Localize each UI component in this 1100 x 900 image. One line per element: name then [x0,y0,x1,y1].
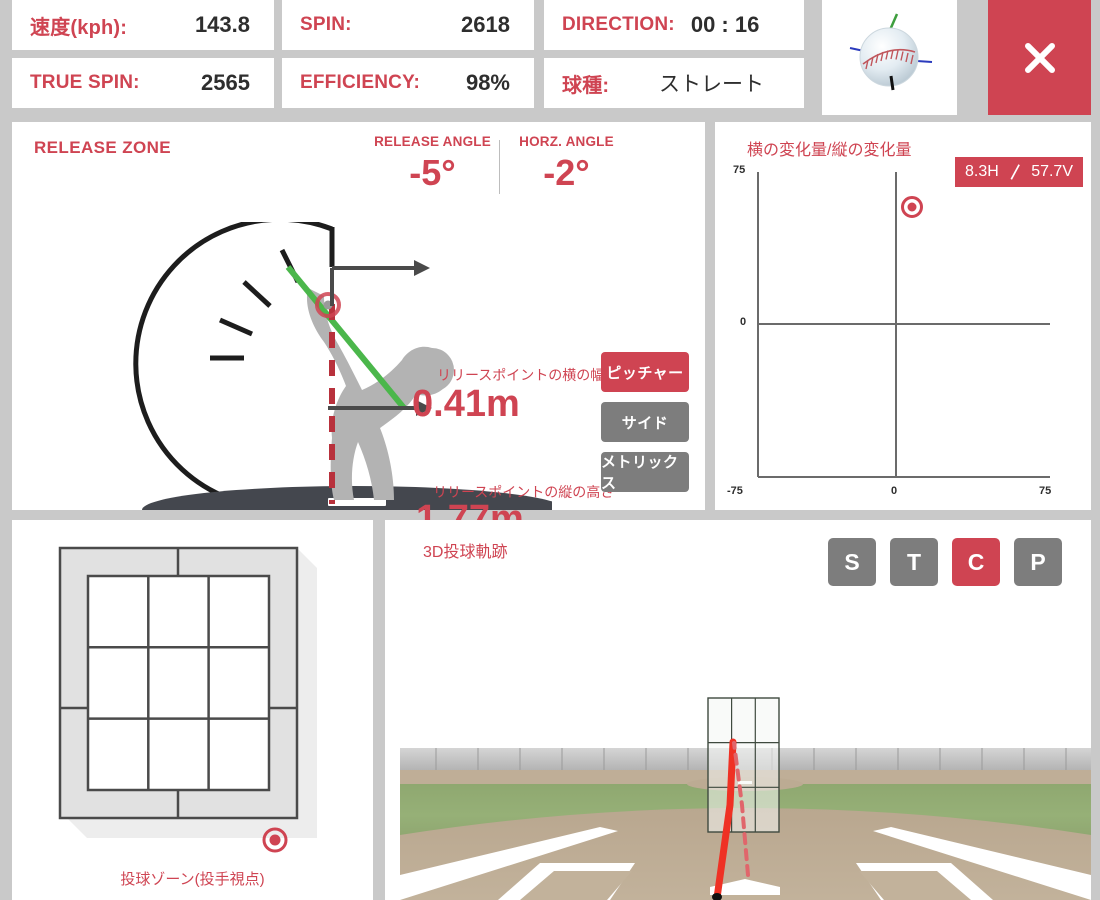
pitch-zone-grid [58,546,317,853]
release-angle-value: -5° [409,152,456,193]
stat-cell-speed: 速度(kph): 143.8 [12,0,274,50]
stat-cell-true-spin: TRUE SPIN: 2565 [12,58,274,108]
view-button-side-label: サイド [621,414,669,432]
stat-value-direction: 00 : 16 [690,12,760,37]
stat-value-efficiency: 98% [465,70,510,95]
release-angle-caption: RELEASE ANGLE [374,134,491,149]
stat-value-speed: 143.8 [194,12,250,37]
view-button-side[interactable]: サイド [601,402,689,442]
release-width-value: 0.41m [412,383,520,425]
release-zone-title: RELEASE ZONE [34,138,172,157]
trajectory-title: 3D投球軌跡 [423,544,508,561]
view-button-pitcher[interactable]: ピッチャー [601,352,689,392]
trajectory-button-t[interactable]: T [890,538,938,586]
pitch-zone-caption: 投球ゾーン(投手視点) [120,871,265,888]
stat-value-spin: 2618 [461,12,510,37]
stat-value-pitch-type: ストレート [659,73,764,96]
view-button-metrics[interactable]: メトリックス [601,452,689,492]
view-button-pitcher-label: ピッチャー [606,364,684,382]
trajectory-button-s[interactable]: S [828,538,876,586]
release-zone-panel: RELEASE ZONE RELEASE ANGLE -5° HORZ. ANG… [12,122,705,538]
break-chart-plot [757,172,1050,478]
close-icon [1024,42,1055,73]
pitch-analysis-screen: 速度(kph): 143.8 SPIN: 2618 DIRECTION: 00 … [0,0,1100,900]
stat-value-true-spin: 2565 [201,70,250,95]
trajectory-button-p-label: P [1030,548,1046,575]
stat-label-direction: DIRECTION: [562,14,675,35]
angle-divider [499,140,500,194]
view-button-metrics-label: メトリックス [601,454,679,492]
spin-axis-ball-cell [822,0,957,115]
close-button[interactable] [988,0,1091,115]
spin-axis-ball-icon [849,13,933,91]
pitch-zone-panel: 投球ゾーン(投手視点) [12,520,373,900]
field-3d-view [400,685,1091,900]
horz-angle-block: HORZ. ANGLE -2° [504,134,629,191]
horz-angle-value: -2° [543,152,590,193]
stat-cell-spin: SPIN: 2618 [282,0,534,50]
stat-label-true-spin: TRUE SPIN: [30,72,140,93]
break-chart-panel: 横の変化量/縦の変化量 8.3H 57.7V 75 0 -75 0 75 [715,122,1091,510]
stat-cell-pitch-type: 球種: ストレート [544,58,804,108]
stat-label-pitch-type: 球種: [562,74,610,97]
release-angle-block: RELEASE ANGLE -5° [370,134,495,191]
trajectory-button-s-label: S [844,548,860,575]
horz-angle-caption: HORZ. ANGLE [519,134,614,149]
stat-label-efficiency: EFFICIENCY: [300,72,421,93]
trajectory-button-t-label: T [906,548,922,575]
stat-cell-efficiency: EFFICIENCY: 98% [282,58,534,108]
trajectory-panel: 3D投球軌跡 S T C P [385,520,1091,900]
trajectory-button-c[interactable]: C [952,538,1000,586]
trajectory-button-p[interactable]: P [1014,538,1062,586]
release-width-label: リリースポイントの横の幅 [437,367,605,383]
stat-cell-direction: DIRECTION: 00 : 16 [544,0,804,50]
stat-label-speed: 速度(kph): [30,16,128,39]
trajectory-button-c-label: C [967,548,985,575]
stat-label-spin: SPIN: [300,14,352,35]
